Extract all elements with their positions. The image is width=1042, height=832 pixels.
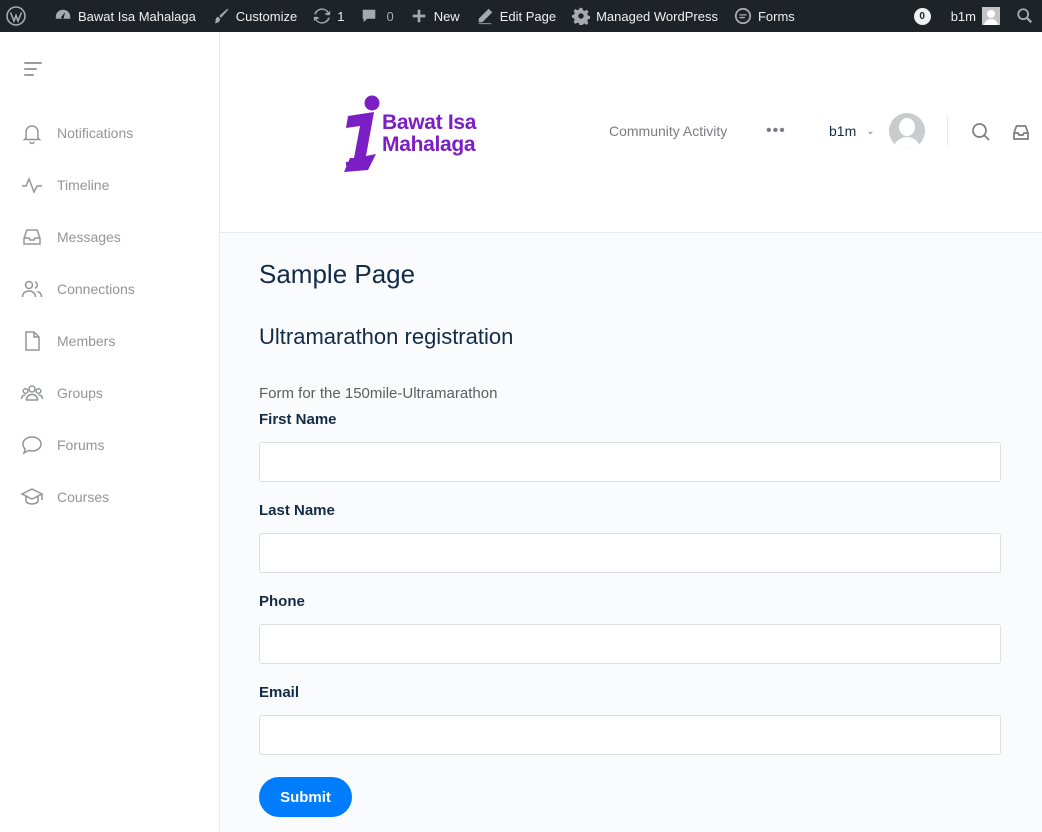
sidebar-item-members[interactable]: Members <box>20 326 115 356</box>
dashboard-gauge-icon <box>55 9 71 19</box>
forms-label: Forms <box>757 8 795 24</box>
header-divider <box>947 116 948 146</box>
edit-page-label: Edit Page <box>499 8 557 24</box>
sidebar-item-timeline[interactable]: Timeline <box>20 170 109 200</box>
phone-field[interactable] <box>259 624 1001 664</box>
account-avatar-icon <box>982 7 1000 25</box>
sidebar-item-notifications[interactable]: Notifications <box>20 118 133 148</box>
sidebar-item-label: Members <box>57 333 116 349</box>
admin-bar-right: 0 b1m <box>906 0 1042 32</box>
file-icon <box>25 331 40 351</box>
admin-bar: Bawat Isa Mahalaga Customize 1 0 New Edi… <box>0 0 1042 32</box>
nav-community-activity[interactable]: Community Activity <box>609 123 727 139</box>
activity-icon <box>22 177 42 194</box>
inbox-icon <box>23 229 41 245</box>
header-inbox-button[interactable] <box>1011 122 1031 142</box>
form-title: Ultramarathon registration <box>259 324 514 349</box>
notifications-counter[interactable]: 0 <box>906 0 943 32</box>
graduation-cap-icon <box>20 488 44 505</box>
paintbrush-icon <box>214 8 228 24</box>
header-search-button[interactable] <box>971 122 991 142</box>
wordpress-logo-button[interactable] <box>0 0 46 32</box>
sidebar-item-groups[interactable]: Groups <box>20 378 103 408</box>
chevron-down-icon: ⌄ <box>866 125 875 137</box>
last-name-field[interactable] <box>259 533 1001 573</box>
my-account-link[interactable]: b1m <box>943 0 1008 32</box>
sidebar-item-label: Notifications <box>57 125 134 141</box>
page-title: Sample Page <box>259 259 416 289</box>
comments-link[interactable]: 0 <box>352 0 401 32</box>
submit-button[interactable]: Submit <box>259 777 352 817</box>
sidebar-item-label: Forums <box>57 437 105 453</box>
managed-wordpress-link[interactable]: Managed WordPress <box>564 0 726 32</box>
forms-icon <box>734 7 752 25</box>
chat-icon <box>22 436 42 455</box>
admin-search-button[interactable] <box>1008 0 1042 32</box>
group-icon <box>20 385 44 401</box>
logo-line-1: Bawat Isa <box>382 111 477 134</box>
site-logo[interactable]: Bawat Isa Mahalaga <box>340 92 500 178</box>
sidebar-item-forums[interactable]: Forums <box>20 430 104 460</box>
sidebar-item-label: Courses <box>57 489 110 505</box>
refresh-icon <box>314 8 331 24</box>
updates-link[interactable]: 1 <box>305 0 352 32</box>
customize-link[interactable]: Customize <box>204 0 305 32</box>
new-content-link[interactable]: New <box>402 0 468 32</box>
comment-icon <box>363 9 376 23</box>
logo-line-2: Mahalaga <box>382 133 476 156</box>
sidebar-item-label: Messages <box>57 229 121 245</box>
plus-icon <box>412 9 425 23</box>
first-name-label: First Name <box>259 411 337 428</box>
nav-more-icon[interactable]: ••• <box>766 122 786 140</box>
new-label: New <box>433 8 460 24</box>
comments-count: 0 <box>386 8 394 24</box>
search-icon <box>1017 8 1033 24</box>
customize-label: Customize <box>235 8 298 24</box>
edit-page-link[interactable]: Edit Page <box>468 0 564 32</box>
wordpress-icon <box>6 6 26 26</box>
user-avatar[interactable] <box>889 113 925 149</box>
site-name-label: Bawat Isa Mahalaga <box>78 8 196 24</box>
search-icon <box>972 123 990 141</box>
sidebar-item-label: Connections <box>57 281 135 297</box>
logo-text: Bawat Isa Mahalaga <box>382 112 476 156</box>
site-header: Bawat Isa Mahalaga Community Activity ••… <box>220 32 1042 233</box>
notifications-count-badge: 0 <box>913 7 931 25</box>
sidebar-item-messages[interactable]: Messages <box>20 222 121 252</box>
sidebar-item-label: Timeline <box>57 177 110 193</box>
sidebar-item-courses[interactable]: Courses <box>20 482 109 512</box>
last-name-label: Last Name <box>259 502 335 519</box>
pencil-icon <box>478 8 492 25</box>
site-name-link[interactable]: Bawat Isa Mahalaga <box>46 0 204 32</box>
managed-wordpress-label: Managed WordPress <box>596 8 718 24</box>
left-sidebar: Notifications Timeline Messages Connecti… <box>0 32 220 832</box>
sidebar-item-label: Groups <box>57 385 103 401</box>
updates-count: 1 <box>337 8 345 24</box>
bell-icon <box>22 125 42 145</box>
first-name-field[interactable] <box>259 442 1001 482</box>
logo-figure-icon <box>344 95 380 172</box>
user-menu-toggle[interactable]: b1m ⌄ <box>829 123 875 139</box>
sidebar-item-connections[interactable]: Connections <box>20 274 135 304</box>
account-username: b1m <box>950 8 976 24</box>
inbox-icon <box>1013 125 1029 140</box>
user-name-label: b1m <box>829 123 857 139</box>
users-icon <box>21 280 43 298</box>
sidebar-toggle-icon[interactable] <box>24 62 42 78</box>
form-description: Form for the 150mile-Ultramarathon <box>259 385 498 402</box>
email-label: Email <box>259 684 300 701</box>
gear-icon <box>572 7 591 25</box>
forms-link[interactable]: Forms <box>726 0 803 32</box>
phone-label: Phone <box>259 593 305 610</box>
email-field[interactable] <box>259 715 1001 755</box>
